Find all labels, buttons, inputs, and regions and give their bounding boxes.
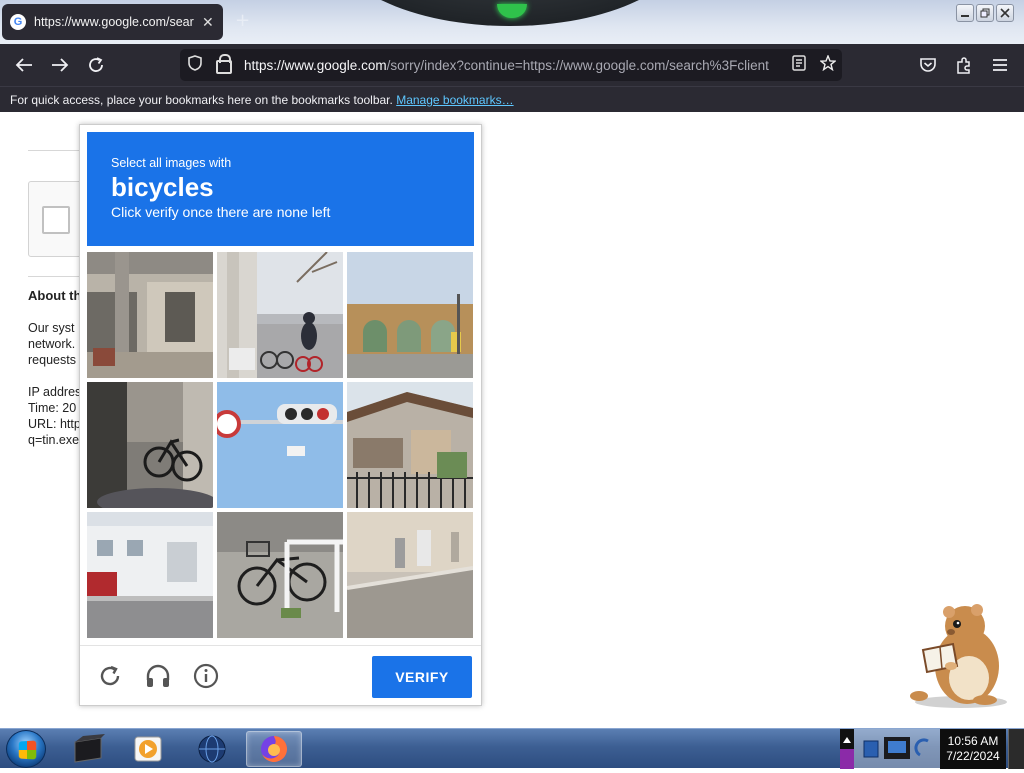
captcha-tile-1[interactable] [87, 252, 213, 378]
verify-button[interactable]: VERIFY [372, 656, 472, 698]
captcha-tile-2[interactable] [217, 252, 343, 378]
recaptcha-challenge-dialog: Select all images with bicycles Click ve… [79, 124, 482, 706]
restore-icon[interactable] [976, 4, 994, 22]
forward-arrow-icon[interactable] [48, 54, 72, 76]
bookmarks-message: For quick access, place your bookmarks h… [10, 93, 393, 107]
taskbar-app-media-player[interactable] [120, 731, 176, 767]
reload-challenge-icon[interactable] [96, 662, 124, 690]
captcha-instructions-header: Select all images with bicycles Click ve… [87, 132, 474, 246]
instruction-line-3: Click verify once there are none left [111, 204, 331, 220]
show-desktop-button[interactable] [1008, 729, 1024, 769]
ip-address-line: IP addres [28, 385, 82, 399]
taskbar-app-firefox[interactable] [246, 731, 302, 767]
hamburger-menu-icon[interactable] [988, 54, 1012, 76]
browser-tab-google[interactable]: G https://www.google.com/search ✕ [2, 4, 223, 40]
firefox-icon [261, 736, 287, 762]
tray-icons [840, 729, 929, 769]
page-content: About th Our syst network. requests IP a… [0, 112, 1024, 728]
taskbar-app-terminal[interactable] [60, 731, 116, 767]
address-bar[interactable]: https://www.google.com/sorry/index?conti… [180, 49, 842, 81]
captcha-tile-5[interactable] [217, 382, 343, 508]
instruction-line-1: Select all images with [111, 156, 232, 170]
url-text[interactable]: https://www.google.com/sorry/index?conti… [244, 58, 784, 73]
captcha-tile-9[interactable] [347, 512, 473, 638]
time-line: Time: 20 [28, 401, 77, 415]
navigation-toolbar: https://www.google.com/sorry/index?conti… [0, 44, 1024, 86]
windows-taskbar: 10:56 AM 7/22/2024 [0, 728, 1024, 769]
captcha-footer: VERIFY [80, 645, 481, 705]
captcha-tile-6[interactable] [347, 382, 473, 508]
bookmark-star-icon[interactable] [819, 54, 837, 75]
captcha-image-grid [87, 252, 474, 638]
globe-icon [198, 735, 226, 763]
about-line-3: requests [28, 353, 76, 367]
system-tray [840, 729, 940, 769]
window-close-icon[interactable] [996, 4, 1014, 22]
hamster-reading-mascot [910, 604, 1007, 708]
google-favicon-icon: G [10, 14, 26, 30]
captcha-tile-4[interactable] [87, 382, 213, 508]
shield-icon[interactable] [188, 55, 206, 75]
recaptcha-checkbox[interactable] [42, 206, 70, 234]
taskbar-app-network[interactable] [184, 731, 240, 767]
about-line-2: network. [28, 337, 76, 351]
clock-date: 7/22/2024 [946, 749, 1000, 763]
captcha-tile-3[interactable] [347, 252, 473, 378]
extensions-icon[interactable] [952, 54, 976, 76]
manage-bookmarks-link[interactable]: Manage bookmarks… [396, 93, 513, 107]
url-host: https://www.google.com [244, 57, 387, 73]
media-player-icon [134, 736, 162, 762]
terminal-icon [74, 734, 105, 763]
about-line-1: Our syst [28, 321, 75, 335]
back-arrow-icon[interactable] [12, 54, 36, 76]
url-path: /sorry/index?continue=https://www.google… [386, 57, 769, 73]
clock-time: 10:56 AM [947, 734, 999, 748]
start-menu-button[interactable] [6, 730, 46, 768]
url-line: URL: http [28, 417, 81, 431]
lock-icon[interactable] [216, 54, 232, 74]
audio-challenge-icon[interactable] [144, 662, 172, 690]
tab-title: https://www.google.com/search [34, 15, 194, 29]
minimize-icon[interactable] [956, 4, 974, 22]
reader-view-icon[interactable] [792, 55, 806, 75]
window-controls [956, 4, 1014, 22]
captcha-tile-8[interactable] [217, 512, 343, 638]
captcha-tile-7[interactable] [87, 512, 213, 638]
about-heading: About th [28, 288, 82, 303]
query-line: q=tin.exe [28, 433, 80, 447]
tab-close-icon[interactable]: ✕ [202, 14, 214, 31]
bookmarks-toolbar: For quick access, place your bookmarks h… [0, 86, 1024, 112]
window-titlebar: G https://www.google.com/search ✕ + [0, 0, 1024, 44]
reload-icon[interactable] [84, 54, 108, 76]
new-tab-button[interactable]: + [235, 10, 250, 31]
instruction-target-object: bicycles [111, 172, 214, 202]
pocket-icon[interactable] [916, 54, 940, 76]
taskbar-clock[interactable]: 10:56 AM 7/22/2024 [940, 729, 1006, 769]
info-icon[interactable] [192, 662, 220, 690]
